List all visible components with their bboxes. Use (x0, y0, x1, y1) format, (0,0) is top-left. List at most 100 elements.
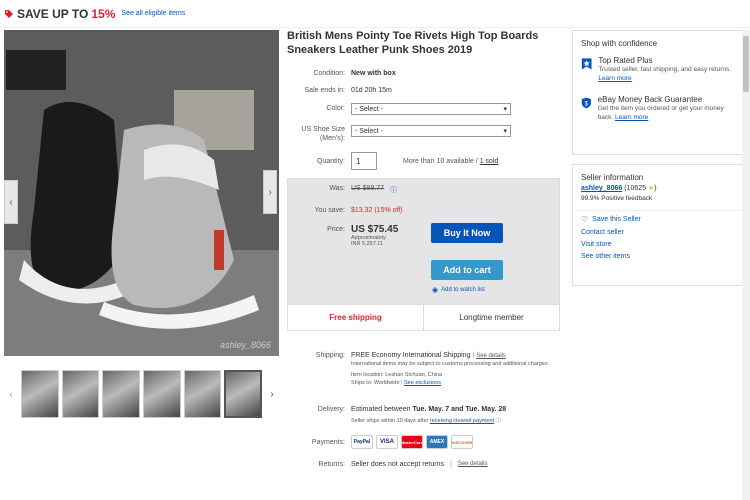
sale-ends-label: Sale ends in: (304, 87, 345, 94)
shield-icon: $ (581, 97, 591, 109)
sale-ends-row: Sale ends in: 01d 20h 15m (287, 87, 392, 94)
condition-row: Condition: New with box (287, 70, 396, 77)
tag-icon (5, 9, 13, 18)
price-value: US $75.45 (351, 224, 399, 235)
size-row: US Shoe Size (Men's): - Select - ▾ (287, 125, 511, 143)
info-icon[interactable]: ⓘ (390, 185, 397, 195)
save-seller-link[interactable]: Save this Seller (592, 216, 641, 223)
quantity-label: Quantity: (316, 157, 345, 165)
ships-to: Ships to: Worldwide (351, 380, 400, 386)
delivery-dates: Tue. May. 7 and Tue. May. 28 (412, 406, 507, 413)
quantity-row: Quantity: 1 More than 10 available / 1 s… (287, 152, 498, 170)
benefits-row: Free shipping Longtime member (287, 304, 560, 331)
amex-logo: AMEX (426, 435, 448, 449)
was-label: Was: (329, 185, 345, 192)
was-value: US $88.77 (351, 185, 385, 192)
image-watermark: ashley_8066 (219, 340, 271, 350)
save-value: $13.32 (15% off) (351, 207, 403, 214)
available-text: More than 10 available / (403, 157, 478, 165)
promo-banner: SAVE UP TO 15% See all eligible items (0, 0, 750, 28)
thumbnail-strip: ‹ › (4, 366, 279, 422)
sale-ends-value: 01d 20h 15m (351, 87, 392, 94)
seller-heading: Seller information (581, 173, 644, 182)
dropdown-arrow-icon: ▾ (503, 128, 507, 135)
returns-label: Returns: (318, 461, 345, 468)
top-rated-desc: Trusted seller, fast shipping, and easy … (598, 66, 732, 73)
shipping-see-details-link[interactable]: See details (476, 353, 506, 359)
size-label: US Shoe Size (Men's): (301, 126, 345, 142)
banner-percent: 15% (91, 6, 116, 21)
shop-with-confidence-box: Shop with confidence Top Rated Plus Trus… (572, 30, 743, 155)
see-other-items-link[interactable]: See other items (581, 253, 630, 260)
seller-score: (10625 (624, 185, 647, 192)
seller-name-link[interactable]: ashley_8066 (581, 185, 622, 192)
top-rated-learn-more-link[interactable]: Learn more (598, 75, 631, 82)
was-row: Was: US $88.77 ⓘ (287, 185, 397, 195)
returns-value: Seller does not accept returns (351, 461, 444, 468)
payments-label: Payments: (311, 438, 345, 446)
svg-text:$: $ (585, 100, 589, 107)
scrollbar-track[interactable] (742, 30, 750, 500)
color-select-value: - Select - (355, 105, 384, 113)
sold-link[interactable]: 1 sold (480, 158, 499, 165)
size-select[interactable]: - Select - ▾ (351, 125, 511, 137)
delivery-row: Delivery: Estimated between Tue. May. 7 … (287, 406, 506, 424)
see-all-eligible-link[interactable]: See all eligible items (121, 10, 185, 17)
discover-logo: DISCOVER (451, 435, 473, 449)
mastercard-logo: MasterCard (401, 435, 423, 449)
paypal-logo: PayPal (351, 435, 373, 449)
longtime-member-label: Longtime member (423, 305, 559, 330)
prev-image-button[interactable]: ‹ (4, 180, 18, 224)
color-select[interactable]: - Select - ▾ (351, 103, 511, 115)
delivery-note: Seller ships within 10 days after (351, 418, 429, 424)
next-image-button[interactable]: › (263, 170, 277, 214)
thumbnail[interactable] (183, 370, 222, 418)
color-label: Color: (326, 105, 345, 112)
money-back-learn-more-link[interactable]: Learn more (615, 114, 648, 121)
item-location: Item location: Leshan Sichuan, China (351, 372, 443, 378)
returns-row: Returns: Seller does not accept returns … (287, 461, 488, 468)
price-row: Price: US $75.45 Approximately INR 5,257… (287, 224, 398, 247)
buy-it-now-button[interactable]: Buy It Now (431, 223, 503, 243)
condition-label: Condition: (313, 70, 345, 77)
positive-feedback: 99.9% Positive feedback (581, 195, 653, 202)
customs-note: International items may be subject to cu… (351, 361, 550, 367)
contact-seller-link[interactable]: Contact seller (581, 229, 624, 236)
save-label: You save: (314, 207, 346, 214)
scrollbar-thumb[interactable] (743, 36, 749, 92)
shipping-label: Shipping: (315, 352, 345, 359)
shipping-value: FREE Economy International Shipping (351, 352, 471, 359)
cleared-payment-link[interactable]: receiving cleared payment (430, 418, 494, 424)
payments-row: Payments: PayPal VISA MasterCard AMEX DI… (287, 435, 473, 449)
save-seller-row[interactable]: ♡ Save this Seller (573, 215, 742, 224)
visa-logo: VISA (376, 435, 398, 449)
banner-text: SAVE UP TO (17, 6, 89, 21)
add-to-cart-button[interactable]: Add to cart (431, 260, 503, 280)
top-rated-title: Top Rated Plus (598, 56, 653, 65)
confidence-heading: Shop with confidence (581, 39, 658, 48)
condition-value: New with box (351, 70, 396, 77)
thumbnail[interactable] (61, 370, 100, 418)
quantity-input[interactable]: 1 (351, 152, 377, 170)
thumbnail[interactable] (143, 370, 181, 418)
heart-icon: ♡ (581, 215, 589, 224)
thumbnail[interactable] (20, 370, 59, 418)
thumbnail-selected[interactable] (224, 370, 263, 418)
visit-store-link[interactable]: Visit store (581, 241, 612, 248)
price-label: Price: (327, 226, 345, 233)
color-row: Color: - Select - ▾ (287, 103, 511, 115)
see-exclusions-link[interactable]: See exclusions (404, 380, 441, 386)
add-to-watch-link[interactable]: Add to watch list (441, 287, 485, 293)
help-icon[interactable]: ⓘ (496, 418, 502, 424)
product-main-image[interactable]: ‹ › ashley_8066 (4, 30, 279, 356)
top-rated-badge-icon (581, 58, 592, 70)
watch-row[interactable]: ◉ Add to watch list (432, 286, 485, 294)
thumb-next-icon[interactable]: › (265, 389, 279, 400)
dropdown-arrow-icon: ▾ (503, 106, 507, 113)
thumb-prev-icon[interactable]: ‹ (4, 389, 18, 400)
returns-see-details-link[interactable]: See details (458, 461, 488, 467)
money-back-title: eBay Money Back Guarantee (597, 95, 703, 104)
thumbnail[interactable] (102, 370, 140, 418)
size-select-value: - Select - (355, 127, 384, 135)
free-shipping-label: Free shipping (329, 313, 382, 322)
